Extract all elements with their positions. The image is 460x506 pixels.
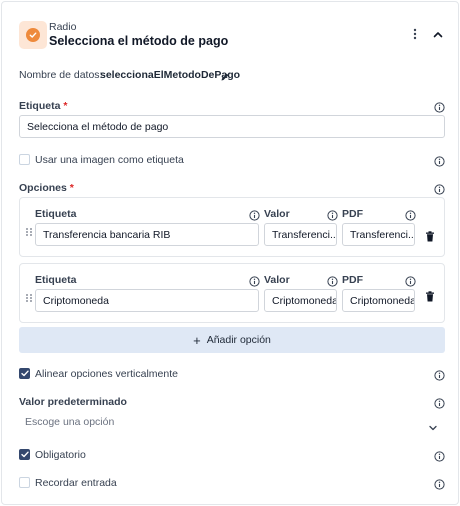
drag-handle-icon[interactable]	[25, 224, 33, 236]
option-valor-input[interactable]: Transferenci...	[264, 223, 337, 246]
align-vertical-label: Alinear opciones verticalmente	[35, 368, 178, 380]
trash-icon[interactable]	[425, 229, 435, 242]
info-icon[interactable]	[405, 274, 416, 287]
option-valor-header: Valor	[264, 208, 290, 220]
trash-icon[interactable]	[425, 289, 435, 302]
default-value-placeholder: Escoge una opción	[25, 416, 115, 428]
add-option-button[interactable]: + Añadir opción	[19, 327, 445, 353]
option-pdf-input[interactable]: Transferenci...	[342, 223, 415, 246]
more-options-icon[interactable]	[408, 26, 422, 42]
info-icon[interactable]	[434, 477, 445, 490]
remember-input-label: Recordar entrada	[35, 477, 117, 489]
option-valor-header: Valor	[264, 274, 290, 286]
image-label-checkbox[interactable]	[19, 154, 30, 165]
radio-type-icon	[19, 21, 47, 49]
default-value-label: Valor predeterminado	[19, 396, 127, 408]
option-etiqueta-input[interactable]: Criptomoneda	[35, 289, 259, 312]
option-pdf-input[interactable]: Criptomoneda	[342, 289, 415, 312]
option-etiqueta-header: Etiqueta	[35, 208, 77, 220]
info-icon[interactable]	[434, 154, 445, 167]
info-icon[interactable]	[327, 274, 338, 287]
image-label-text: Usar una imagen como etiqueta	[35, 154, 184, 166]
required-asterisk: *	[63, 100, 68, 112]
field-type-label: Radio	[49, 21, 77, 33]
plus-icon: +	[193, 332, 201, 348]
etiqueta-label: Etiqueta *	[19, 100, 68, 112]
info-icon[interactable]	[405, 208, 416, 221]
option-etiqueta-input[interactable]: Transferencia bancaria RIB	[35, 223, 259, 246]
add-option-label: Añadir opción	[206, 334, 271, 346]
option-etiqueta-header: Etiqueta	[35, 274, 77, 286]
info-icon[interactable]	[327, 208, 338, 221]
chevron-down-icon	[429, 418, 437, 431]
info-icon[interactable]	[249, 208, 260, 221]
drag-handle-icon[interactable]	[25, 290, 33, 302]
radio-field-panel: Radio Selecciona el método de pago Nombr…	[1, 1, 459, 505]
info-icon[interactable]	[434, 449, 445, 462]
option-pdf-header: PDF	[342, 208, 363, 220]
option-valor-input[interactable]: Criptomoneda	[264, 289, 337, 312]
data-name-label: Nombre de datos:	[19, 69, 103, 81]
default-value-select[interactable]: Escoge una opción	[19, 410, 445, 432]
collapse-chevron-up-icon[interactable]	[430, 26, 446, 42]
opciones-label: Opciones *	[19, 182, 74, 194]
option-card: Etiqueta Valor PDF Transferencia bancari…	[19, 197, 445, 257]
edit-pencil-icon[interactable]	[220, 69, 230, 81]
info-icon[interactable]	[434, 396, 445, 409]
option-pdf-header: PDF	[342, 274, 363, 286]
required-checkbox[interactable]	[19, 449, 30, 460]
info-icon[interactable]	[434, 368, 445, 381]
required-asterisk: *	[69, 182, 74, 194]
required-label: Obligatorio	[35, 449, 86, 461]
info-icon[interactable]	[434, 182, 445, 195]
info-icon[interactable]	[434, 100, 445, 113]
align-vertical-checkbox[interactable]	[19, 368, 30, 379]
info-icon[interactable]	[249, 274, 260, 287]
option-card: Etiqueta Valor PDF Criptomoneda Criptomo…	[19, 263, 445, 323]
field-title: Selecciona el método de pago	[49, 34, 229, 48]
remember-input-checkbox[interactable]	[19, 477, 30, 488]
etiqueta-input[interactable]: Selecciona el método de pago	[19, 115, 445, 138]
